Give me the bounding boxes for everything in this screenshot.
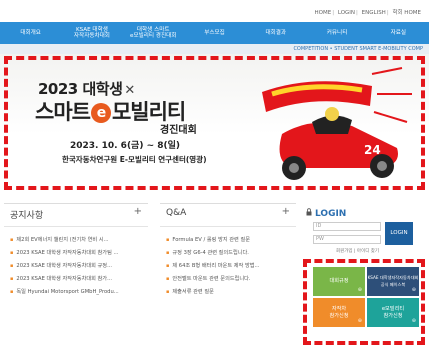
nav-item-emobility[interactable]: 대학생 스마트 e모빌리티 경진대회 (123, 22, 184, 44)
list-item[interactable]: 제2회 EV에너지 챌린지 (전기차 연비 시... (10, 234, 144, 247)
top-links: HOME| LOGIN| ENGLISH| 학회 HOME (314, 10, 421, 16)
main-nav: 대회개요 KSAE 대학생 자작자동차대회 대학생 스마트 e모빌리티 경진대회… (0, 22, 429, 44)
nav-item-community[interactable]: 커뮤니티 (306, 22, 367, 44)
list-item[interactable]: 2023 KSAE 대학생 자작자동차대회 참가팀 ... (10, 247, 144, 260)
nav-item-results[interactable]: 대회결과 (245, 22, 306, 44)
home-link[interactable]: HOME (315, 10, 332, 16)
nav-item-booth[interactable]: 부스모집 (184, 22, 245, 44)
english-link[interactable]: ENGLISH (362, 10, 386, 16)
society-home-link[interactable]: 학회 HOME (392, 10, 421, 16)
qa-more-button[interactable]: + (282, 206, 290, 217)
list-item[interactable]: 2023 KSAE 대학생 자작자동차대회 규정... (10, 260, 144, 273)
list-item[interactable]: Formula EV / 롤링 방지 관련 질문 (166, 234, 292, 247)
notice-divider (4, 226, 148, 227)
list-item[interactable]: 제 64조 B형 배터리 마운트 제작 방법... (166, 260, 292, 273)
login-button[interactable]: LOGIN (385, 222, 413, 245)
qa-panel: Q&A + Formula EV / 롤링 방지 관련 질문 규정 3장 G6-… (160, 203, 296, 343)
notice-panel: 공지사항 + 제2회 EV에너지 챌린지 (전기차 연비 시... 2023 K… (4, 203, 148, 343)
id-field[interactable]: ID (313, 222, 381, 231)
password-field[interactable]: PW (313, 235, 381, 244)
list-item[interactable]: 2023 KSAE 대학생 자작자동차대회 참가... (10, 273, 144, 286)
lock-icon (306, 208, 312, 216)
qa-divider (160, 226, 296, 227)
list-item[interactable]: 안전벨트 마운트 관련 문의드립니다. (166, 273, 292, 286)
list-item[interactable]: 독일 Hyundai Motorsport GMbH_Produ... (10, 286, 144, 299)
nav-item-archive[interactable]: 자료실 (368, 22, 429, 44)
qa-list: Formula EV / 롤링 방지 관련 질문 규정 3장 G6-4 관련 질… (166, 234, 292, 299)
sub-bar-text: COMPETITION • STUDENT SMART E-MOBILITY C… (293, 46, 423, 52)
notice-list: 제2회 EV에너지 챌린지 (전기차 연비 시... 2023 KSAE 대학생… (10, 234, 144, 299)
notice-more-button[interactable]: + (134, 206, 142, 217)
banner-highlight-box (4, 56, 425, 190)
tiles-highlight-box (303, 259, 425, 345)
list-item[interactable]: 제출서류 관련 질문 (166, 286, 292, 299)
login-title: LOGIN (315, 209, 347, 219)
login-link[interactable]: LOGIN (338, 10, 355, 16)
nav-item-overview[interactable]: 대회개요 (0, 22, 61, 44)
account-links[interactable]: 회원가입 | 아이디 찾기 (336, 248, 379, 254)
notice-title: 공지사항 (10, 211, 44, 221)
nav-item-baja[interactable]: KSAE 대학생 자작자동차대회 (61, 22, 122, 44)
qa-title: Q&A (166, 208, 187, 218)
list-item[interactable]: 규정 3장 G6-4 관련 질의드립니다. (166, 247, 292, 260)
